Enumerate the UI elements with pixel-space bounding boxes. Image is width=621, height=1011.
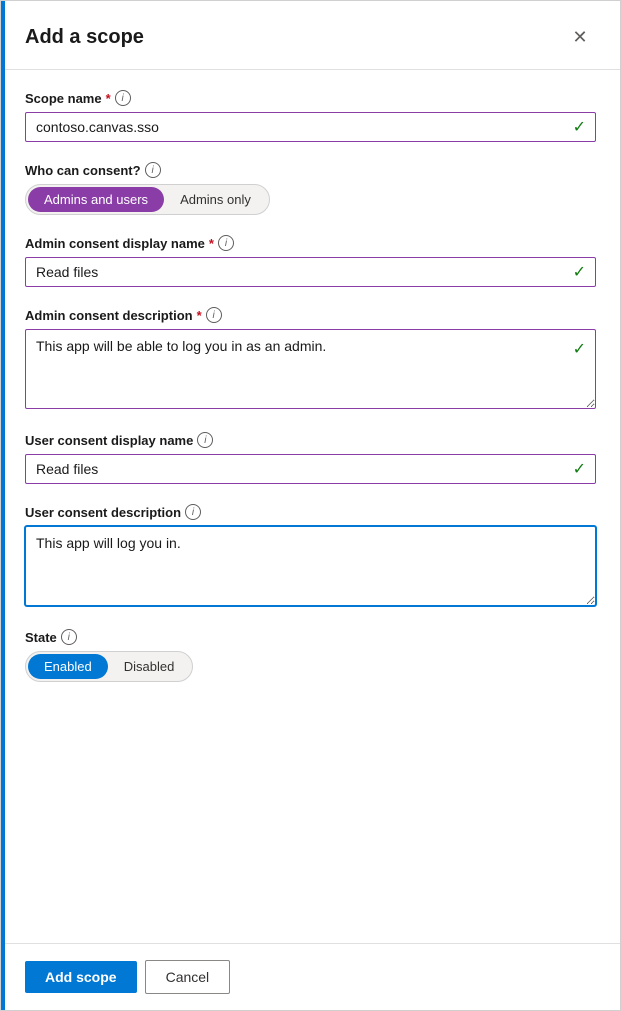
admin-consent-display-name-input-wrapper: ✓ [25, 257, 596, 287]
enabled-option[interactable]: Enabled [28, 654, 108, 679]
dialog-header: Add a scope ✕ [1, 1, 620, 70]
scope-name-input-wrapper: ✓ [25, 112, 596, 142]
admin-consent-display-name-info-icon[interactable]: i [218, 235, 234, 251]
close-button[interactable]: ✕ [564, 21, 596, 53]
scope-name-check-icon: ✓ [573, 117, 586, 137]
admin-consent-display-name-label: Admin consent display name * i [25, 235, 596, 251]
admin-consent-description-info-icon[interactable]: i [206, 307, 222, 323]
dialog-content: Scope name * i ✓ Who can consent? i Admi… [1, 70, 620, 943]
user-consent-description-textarea-wrapper [25, 526, 596, 609]
admin-consent-description-check-icon: ✓ [573, 339, 586, 359]
user-consent-description-field-group: User consent description i [25, 504, 596, 609]
close-icon: ✕ [572, 27, 587, 48]
left-accent-bar [1, 1, 5, 1010]
dialog-footer: Add scope Cancel [1, 943, 620, 1010]
scope-name-input[interactable] [25, 112, 596, 142]
add-scope-button[interactable]: Add scope [25, 961, 137, 993]
scope-name-info-icon[interactable]: i [115, 90, 131, 106]
user-consent-description-textarea[interactable] [25, 526, 596, 606]
required-indicator: * [197, 308, 202, 323]
disabled-option[interactable]: Disabled [108, 654, 191, 679]
state-field-group: State i Enabled Disabled [25, 629, 596, 682]
state-toggle-group: Enabled Disabled [25, 651, 193, 682]
scope-name-field-group: Scope name * i ✓ [25, 90, 596, 142]
scope-name-label: Scope name * i [25, 90, 596, 106]
user-consent-description-label: User consent description i [25, 504, 596, 520]
required-indicator: * [106, 91, 111, 106]
who-can-consent-toggle-group: Admins and users Admins only [25, 184, 270, 215]
admin-consent-display-name-field-group: Admin consent display name * i ✓ [25, 235, 596, 287]
admin-consent-description-field-group: Admin consent description * i ✓ [25, 307, 596, 412]
who-can-consent-field-group: Who can consent? i Admins and users Admi… [25, 162, 596, 215]
admins-and-users-option[interactable]: Admins and users [28, 187, 164, 212]
admin-consent-description-textarea-wrapper: ✓ [25, 329, 596, 412]
user-consent-display-name-label: User consent display name i [25, 432, 596, 448]
who-can-consent-info-icon[interactable]: i [145, 162, 161, 178]
who-can-consent-label: Who can consent? i [25, 162, 596, 178]
admin-consent-display-name-check-icon: ✓ [573, 262, 586, 282]
user-consent-description-info-icon[interactable]: i [185, 504, 201, 520]
admins-only-option[interactable]: Admins only [164, 187, 267, 212]
state-label: State i [25, 629, 596, 645]
user-consent-display-name-field-group: User consent display name i ✓ [25, 432, 596, 484]
state-info-icon[interactable]: i [61, 629, 77, 645]
dialog-title: Add a scope [25, 26, 144, 49]
cancel-button[interactable]: Cancel [145, 960, 231, 994]
user-consent-display-name-input-wrapper: ✓ [25, 454, 596, 484]
admin-consent-description-label: Admin consent description * i [25, 307, 596, 323]
user-consent-display-name-check-icon: ✓ [573, 459, 586, 479]
add-scope-dialog: Add a scope ✕ Scope name * i ✓ Who can c… [0, 0, 621, 1011]
admin-consent-display-name-input[interactable] [25, 257, 596, 287]
admin-consent-description-textarea[interactable] [25, 329, 596, 409]
user-consent-display-name-info-icon[interactable]: i [197, 432, 213, 448]
user-consent-display-name-input[interactable] [25, 454, 596, 484]
required-indicator: * [209, 236, 214, 251]
